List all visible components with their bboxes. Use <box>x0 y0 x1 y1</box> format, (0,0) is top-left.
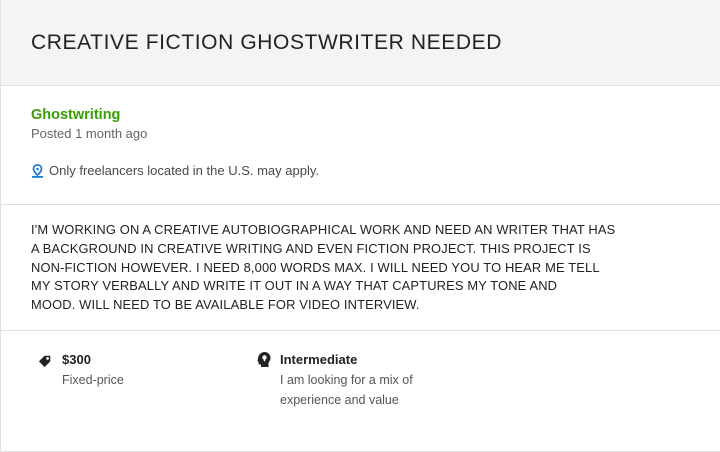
price-detail: $300 Fixed-price <box>37 351 124 390</box>
job-header: CREATIVE FICTION GHOSTWRITER NEEDED <box>1 0 720 86</box>
experience-level-detail: Intermediate I am looking for a mix of e… <box>255 351 413 410</box>
category-link[interactable]: Ghostwriting <box>31 106 720 124</box>
experience-level-label: Intermediate <box>280 352 358 367</box>
job-description-text: I'M WORKING ON A CREATIVE AUTOBIOGRAPHIC… <box>31 222 616 313</box>
job-description: I'M WORKING ON A CREATIVE AUTOBIOGRAPHIC… <box>1 205 720 331</box>
experience-level-description: I am looking for a mix of experience and… <box>280 373 413 407</box>
job-meta: Ghostwriting Posted 1 month ago Only fre… <box>1 86 720 205</box>
price-amount: $300 <box>62 352 91 367</box>
location-pin-icon <box>32 163 43 178</box>
job-page: CREATIVE FICTION GHOSTWRITER NEEDED Ghos… <box>0 0 720 452</box>
location-notice-text: Only freelancers located in the U.S. may… <box>49 163 319 178</box>
posted-time: Posted 1 month ago <box>31 126 148 141</box>
price-type: Fixed-price <box>62 373 124 387</box>
price-tag-icon <box>38 355 51 368</box>
head-lightbulb-icon <box>257 352 271 367</box>
job-details: $300 Fixed-price Intermediate I am looki… <box>1 331 720 452</box>
location-notice: Only freelancers located in the U.S. may… <box>31 163 720 178</box>
job-title: CREATIVE FICTION GHOSTWRITER NEEDED <box>31 31 502 54</box>
